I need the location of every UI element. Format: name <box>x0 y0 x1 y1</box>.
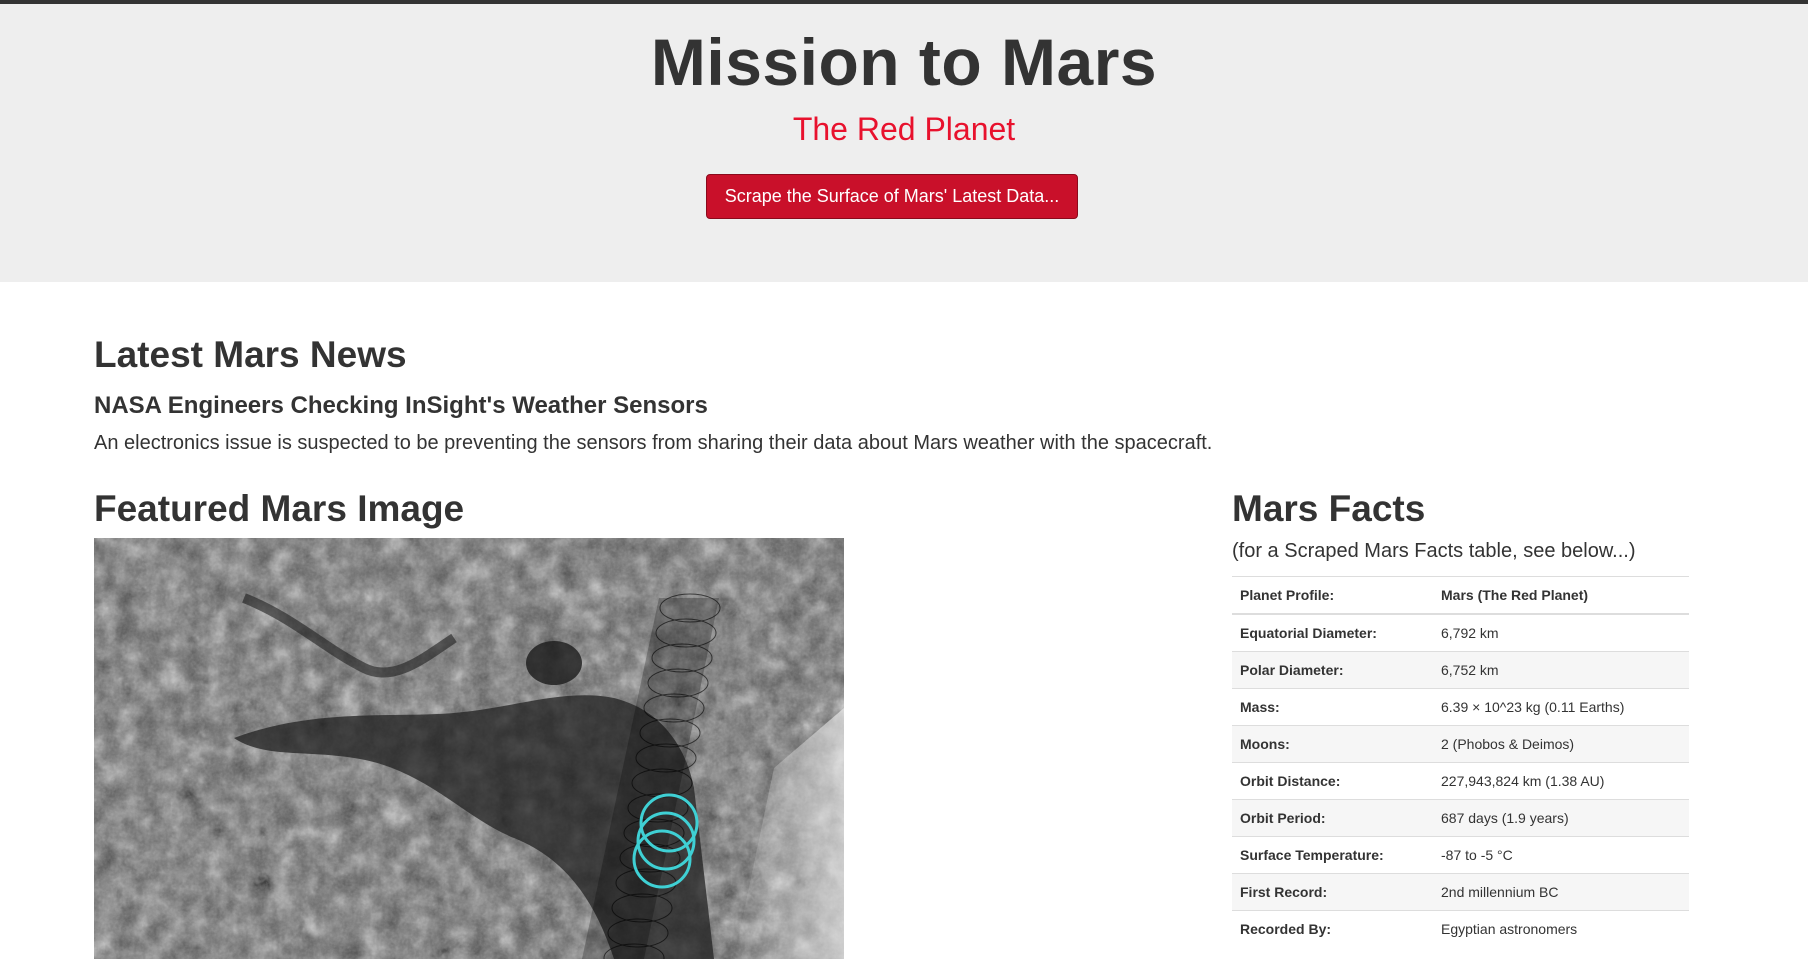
fact-value: 2 (Phobos & Deimos) <box>1433 725 1689 763</box>
fact-value: 2nd millennium BC <box>1433 873 1689 911</box>
fact-value: 6.39 × 10^23 kg (0.11 Earths) <box>1433 688 1689 726</box>
fact-value: -87 to -5 °C <box>1433 836 1689 874</box>
table-row: Orbit Distance: 227,943,824 km (1.38 AU) <box>1232 762 1689 800</box>
table-row: Orbit Period: 687 days (1.9 years) <box>1232 799 1689 837</box>
table-row: Mass: 6.39 × 10^23 kg (0.11 Earths) <box>1232 688 1689 726</box>
table-row: Planet Profile: Mars (The Red Planet) <box>1232 576 1689 615</box>
fact-label: Recorded By: <box>1232 910 1433 947</box>
featured-image-graphic <box>94 538 844 959</box>
table-row: Surface Temperature: -87 to -5 °C <box>1232 836 1689 874</box>
fact-label: Polar Diameter: <box>1232 651 1433 689</box>
fact-label: Moons: <box>1232 725 1433 763</box>
news-section-title: Latest Mars News <box>94 334 407 375</box>
fact-label: Orbit Distance: <box>1232 762 1433 800</box>
scrape-button[interactable]: Scrape the Surface of Mars' Latest Data.… <box>706 174 1078 219</box>
table-row: Polar Diameter: 6,752 km <box>1232 651 1689 689</box>
featured-image-title: Featured Mars Image <box>94 488 465 529</box>
page-title: Mission to Mars <box>650 25 1158 99</box>
fact-label: Equatorial Diameter: <box>1232 613 1433 652</box>
fact-label: First Record: <box>1232 873 1433 911</box>
news-headline: NASA Engineers Checking InSight's Weathe… <box>94 392 708 419</box>
jumbotron-header: Mission to Mars The Red Planet Scrape th… <box>0 4 1808 282</box>
table-row: Equatorial Diameter: 6,792 km <box>1232 613 1689 652</box>
facts-subtitle: (for a Scraped Mars Facts table, see bel… <box>1232 540 1636 562</box>
mars-facts-table: Planet Profile: Mars (The Red Planet) Eq… <box>1232 576 1689 947</box>
featured-mars-image[interactable] <box>94 538 844 959</box>
table-row: Moons: 2 (Phobos & Deimos) <box>1232 725 1689 763</box>
fact-label: Surface Temperature: <box>1232 836 1433 874</box>
fact-label: Orbit Period: <box>1232 799 1433 837</box>
fact-value: Egyptian astronomers <box>1433 910 1689 947</box>
fact-value: 227,943,824 km (1.38 AU) <box>1433 762 1689 800</box>
fact-value: 6,792 km <box>1433 613 1689 652</box>
page-subtitle: The Red Planet <box>792 111 1016 147</box>
fact-value: Mars (The Red Planet) <box>1433 576 1689 615</box>
fact-label: Mass: <box>1232 688 1433 726</box>
facts-section-title: Mars Facts <box>1232 488 1426 529</box>
fact-value: 6,752 km <box>1433 651 1689 689</box>
fact-label: Planet Profile: <box>1232 576 1433 615</box>
table-row: First Record: 2nd millennium BC <box>1232 873 1689 911</box>
fact-value: 687 days (1.9 years) <box>1433 799 1689 837</box>
news-teaser: An electronics issue is suspected to be … <box>94 432 1213 454</box>
table-row: Recorded By: Egyptian astronomers <box>1232 910 1689 947</box>
